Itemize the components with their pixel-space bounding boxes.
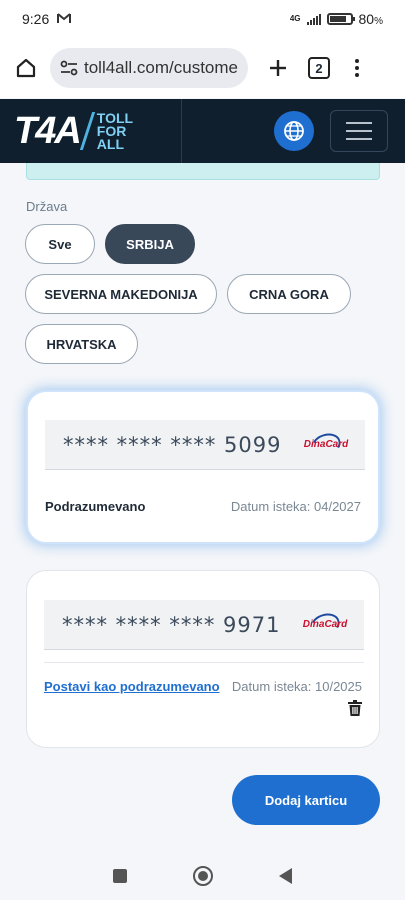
payment-card-2[interactable]: **** **** **** 9971 DinaCard Postavi kao…	[26, 570, 380, 748]
home-nav-icon[interactable]	[193, 866, 213, 886]
new-tab-icon[interactable]	[264, 54, 292, 82]
add-card-label: Dodaj karticu	[264, 792, 348, 808]
chip-sve[interactable]: Sve	[25, 224, 95, 264]
chip-label: SEVERNA MAKEDONIJA	[44, 286, 198, 302]
gmail-icon	[57, 11, 72, 27]
card-brand: DinaCard	[303, 438, 349, 450]
card-expiry: Datum isteka: 04/2027	[230, 499, 361, 514]
status-time: 9:26	[22, 11, 50, 27]
dinacard-logo-icon: DinaCard	[303, 429, 349, 460]
tab-switcher-button[interactable]: 2	[308, 57, 330, 79]
site-header: T4A TOLL FOR ALL	[0, 99, 405, 163]
add-card-button[interactable]: Dodaj karticu	[232, 775, 380, 825]
card-number-box: **** **** **** 5099 DinaCard	[45, 420, 365, 470]
battery-percent: 80	[358, 11, 375, 27]
chip-label: Sve	[48, 236, 72, 252]
chip-crna-gora[interactable]: CRNA GORA	[227, 274, 351, 314]
recents-icon[interactable]	[113, 869, 127, 883]
trash-icon[interactable]	[348, 700, 362, 716]
battery-icon	[326, 13, 355, 25]
network-type: 4G	[289, 14, 301, 23]
home-icon[interactable]	[12, 54, 40, 82]
system-nav-bar	[0, 852, 405, 900]
t4a-logo[interactable]: T4A TOLL FOR ALL	[14, 99, 182, 163]
chip-label: SRBIJA	[126, 236, 174, 252]
hamburger-menu-icon[interactable]	[330, 110, 388, 152]
chip-severna-makedonija[interactable]: SEVERNA MAKEDONIJA	[25, 274, 217, 314]
site-settings-icon[interactable]	[58, 57, 80, 79]
info-banner	[26, 163, 380, 180]
address-bar[interactable]: toll4all.com/custome	[50, 48, 248, 88]
signal-icon	[306, 13, 321, 25]
card-expiry: Datum isteka: 10/2025	[231, 679, 362, 694]
logo-mark: T4A	[14, 109, 82, 152]
default-status: Podrazumevano	[45, 499, 146, 514]
country-filter-label: Država	[26, 199, 68, 214]
chip-label: CRNA GORA	[249, 286, 329, 302]
logo-word-3: ALL	[96, 135, 125, 152]
card-number: **** **** **** 9971	[62, 612, 281, 637]
chip-srbija[interactable]: SRBIJA	[105, 224, 195, 264]
chip-label: HRVATSKA	[46, 336, 117, 352]
tab-count: 2	[315, 60, 323, 76]
set-default-link[interactable]: Postavi kao podrazumevano	[44, 679, 220, 694]
card-brand: DinaCard	[302, 618, 348, 630]
language-globe-icon[interactable]	[274, 111, 314, 151]
chip-hrvatska[interactable]: HRVATSKA	[25, 324, 138, 364]
back-icon[interactable]	[279, 868, 292, 884]
dinacard-logo-icon: DinaCard	[302, 609, 348, 640]
status-bar: 9:26 4G 80%	[0, 0, 405, 38]
payment-card-1[interactable]: **** **** **** 5099 DinaCard Podrazumeva…	[26, 390, 380, 544]
card-number-box: **** **** **** 9971 DinaCard	[44, 600, 364, 650]
battery-unit: %	[374, 16, 383, 27]
more-menu-icon[interactable]	[352, 59, 362, 77]
card-number: **** **** **** 5099	[63, 432, 282, 457]
browser-toolbar: toll4all.com/custome 2	[0, 38, 405, 98]
url-text: toll4all.com/custome	[84, 58, 239, 77]
